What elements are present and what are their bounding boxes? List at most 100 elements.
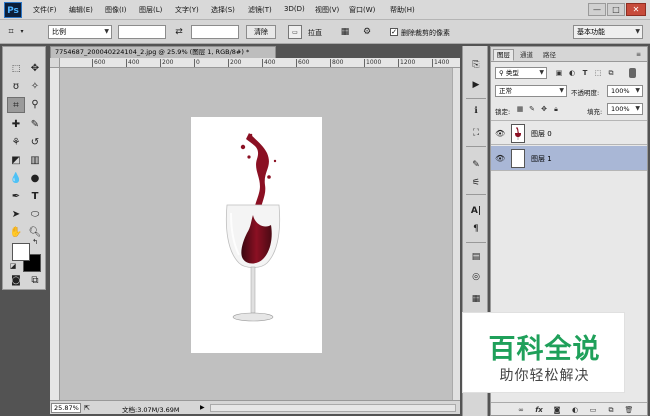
type-tool-icon[interactable]: T [26, 189, 44, 205]
menu-file[interactable]: 文件(F) [33, 5, 57, 15]
brush-panel-icon[interactable]: ✎ [468, 158, 484, 172]
adjustment-layer-icon[interactable]: ◐ [569, 405, 581, 415]
filter-smart-object-icon[interactable]: ⧉ [606, 68, 616, 78]
notes-panel-icon[interactable]: ▤ [468, 250, 484, 264]
menu-filter[interactable]: 滤镜(T) [248, 5, 272, 15]
add-mask-icon[interactable]: ◙ [551, 405, 563, 415]
lock-pixels-icon[interactable]: ✎ [527, 104, 537, 114]
filter-type-icon[interactable]: T [580, 68, 590, 78]
layer-style-icon[interactable]: fx [533, 405, 545, 415]
paragraph-panel-icon[interactable]: ¶ [468, 222, 484, 236]
menu-help[interactable]: 帮助(H) [390, 5, 415, 15]
tab-paths[interactable]: 路径 [539, 49, 560, 61]
crop-tool-icon[interactable]: ⌗ [7, 97, 25, 113]
dodge-tool-icon[interactable]: ● [26, 171, 44, 187]
eraser-tool-icon[interactable]: ◩ [7, 153, 25, 169]
timeline-panel-icon[interactable]: ▦ [468, 292, 484, 306]
menu-3d[interactable]: 3D(D) [284, 5, 305, 13]
quick-mask-icon[interactable]: ◙ [7, 273, 25, 289]
blur-tool-icon[interactable]: 💧 [7, 171, 25, 187]
clone-source-panel-icon[interactable]: ⛶ [468, 126, 484, 140]
healing-brush-tool-icon[interactable]: ✚ [7, 117, 25, 133]
menu-window[interactable]: 窗口(W) [349, 5, 375, 15]
eyedropper-tool-icon[interactable]: ⚲ [26, 97, 44, 113]
fill-input[interactable]: 100% ▼ [607, 103, 643, 115]
maximize-button[interactable]: □ [607, 3, 625, 16]
document-canvas[interactable] [191, 117, 322, 353]
move-tool-icon[interactable]: ✥ [26, 61, 44, 77]
panel-menu-icon[interactable]: ≡ [633, 49, 644, 61]
history-brush-tool-icon[interactable]: ↺ [26, 135, 44, 151]
blend-mode-select[interactable]: 正常 ▼ [495, 85, 567, 97]
layer-row-layer-0[interactable]: 👁︎ 图层 0 [491, 120, 647, 145]
brush-presets-panel-icon[interactable]: ⚟ [468, 176, 484, 190]
new-group-icon[interactable]: ▭ [587, 405, 599, 415]
tab-layers[interactable]: 图层 [493, 49, 514, 61]
menu-select[interactable]: 选择(S) [211, 5, 235, 15]
magic-wand-tool-icon[interactable]: ✧ [26, 79, 44, 95]
adjustments-panel-icon[interactable]: ℹ [468, 104, 484, 118]
horizontal-scrollbar[interactable] [210, 404, 456, 412]
preset-chevron-icon[interactable]: ▾ [18, 25, 26, 39]
clone-stamp-tool-icon[interactable]: ⚘ [7, 135, 25, 151]
menu-view[interactable]: 视图(V) [315, 5, 339, 15]
pen-tool-icon[interactable]: ✒ [7, 189, 25, 205]
swap-icon[interactable]: ⇄ [172, 25, 186, 39]
height-input[interactable] [191, 25, 239, 39]
tab-channels[interactable]: 通道 [516, 49, 537, 61]
menu-edit[interactable]: 编辑(E) [69, 5, 93, 15]
swap-colors-icon[interactable]: ↰ [30, 237, 40, 247]
filter-pixel-icon[interactable]: ▣ [554, 68, 564, 78]
zoom-input[interactable]: 25.87% [51, 403, 81, 413]
character-panel-icon[interactable]: A| [468, 204, 484, 218]
lasso-tool-icon[interactable]: ʊ [7, 79, 25, 95]
status-menu-arrow-icon[interactable]: ▶ [200, 404, 205, 411]
vertical-scrollbar[interactable] [452, 68, 460, 400]
close-button[interactable]: ✕ [626, 3, 646, 16]
grid-overlay-icon[interactable]: ▦ [338, 25, 352, 39]
link-layers-icon[interactable]: ∞ [515, 405, 527, 415]
opacity-input[interactable]: 100% ▼ [607, 85, 643, 97]
layer-name[interactable]: 图层 0 [531, 129, 552, 139]
layer-row-layer-1[interactable]: 👁︎ 图层 1 [491, 146, 647, 171]
ellipse-tool-icon[interactable]: ⬭ [26, 207, 44, 223]
gradient-tool-icon[interactable]: ▥ [26, 153, 44, 169]
menu-layer[interactable]: 图层(L) [139, 5, 162, 15]
document-tab[interactable]: 7754687_200040224104_2.jpg @ 25.9% (图层 1… [50, 46, 276, 58]
actions-panel-icon[interactable]: ▶ [468, 78, 484, 92]
width-input[interactable] [118, 25, 166, 39]
menu-image[interactable]: 图像(I) [105, 5, 127, 15]
marquee-tool-icon[interactable]: ⬚ [7, 61, 25, 77]
default-colors-icon[interactable]: ◪ [8, 261, 18, 271]
straighten-icon[interactable]: ▭ [288, 25, 302, 39]
gear-icon[interactable]: ⚙ [360, 25, 374, 39]
delete-cropped-checkbox[interactable]: ✓ [390, 28, 398, 36]
layer-filter-select[interactable]: ⚲ 类型 ▼ [495, 67, 547, 79]
crop-tool-preset-icon[interactable]: ⌗ [4, 25, 18, 39]
clear-button[interactable]: 清除 [246, 25, 276, 39]
workspace-select[interactable]: 基本功能 ▼ [573, 25, 643, 39]
foreground-color-swatch[interactable] [12, 243, 30, 261]
filter-toggle-icon[interactable] [629, 68, 636, 78]
new-layer-icon[interactable]: ⧉ [605, 405, 617, 415]
lock-transparency-icon[interactable]: ▦ [515, 104, 525, 114]
history-panel-icon[interactable]: ⎘ [468, 58, 484, 72]
layer-name[interactable]: 图层 1 [531, 154, 552, 164]
export-icon[interactable]: ⇱ [84, 404, 90, 412]
brush-tool-icon[interactable]: ✎ [26, 117, 44, 133]
lock-all-icon[interactable]: 🔒︎ [551, 104, 561, 114]
path-selection-tool-icon[interactable]: ➤ [7, 207, 25, 223]
filter-shape-icon[interactable]: ⬚ [593, 68, 603, 78]
menu-type[interactable]: 文字(Y) [175, 5, 199, 15]
straighten-button[interactable]: 拉直 [308, 28, 322, 38]
ruler-origin[interactable] [50, 58, 60, 68]
delete-layer-icon[interactable]: 🗑︎ [623, 405, 635, 415]
minimize-button[interactable]: — [588, 3, 606, 16]
screen-mode-icon[interactable]: ⧉ [26, 273, 44, 289]
hand-tool-icon[interactable]: ✋ [7, 225, 25, 241]
filter-adjustment-icon[interactable]: ◐ [567, 68, 577, 78]
eye-icon[interactable]: 👁︎ [495, 129, 505, 138]
3d-panel-icon[interactable]: ◎ [468, 270, 484, 284]
lock-position-icon[interactable]: ✥ [539, 104, 549, 114]
eye-icon[interactable]: 👁︎ [495, 154, 505, 163]
